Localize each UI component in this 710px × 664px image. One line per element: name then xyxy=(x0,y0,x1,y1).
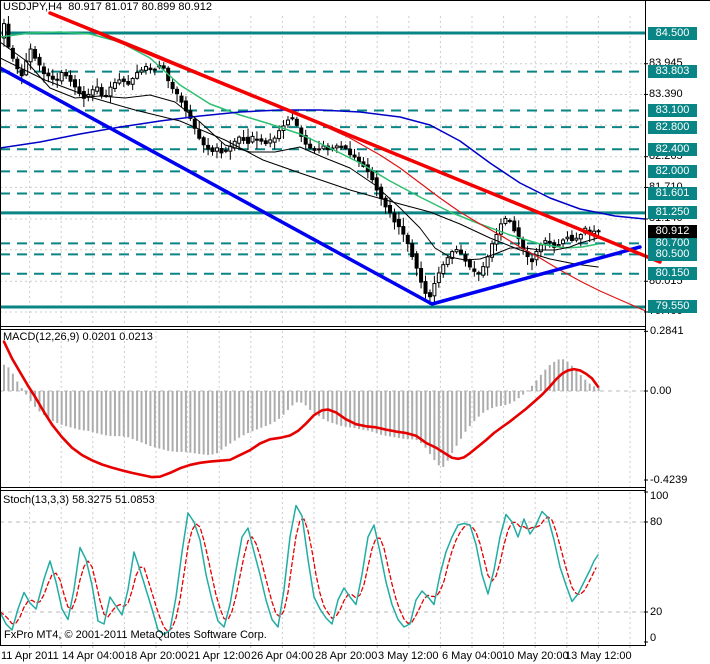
time-axis-label: 6 May 04:00 xyxy=(442,650,503,662)
price-level-badge: 81.250 xyxy=(648,206,697,219)
time-axis-label: 11 Apr 2011 xyxy=(1,650,59,662)
stoch-scale-label: 100 xyxy=(650,490,669,502)
mt4-chart-window: USDJPY,H4 80.917 81.017 80.899 80.912 MA… xyxy=(0,0,710,664)
stoch-scale-label: 0 xyxy=(650,632,657,644)
macd-main-value: 0.0201 xyxy=(82,331,117,343)
stoch-title: Stoch(13,3,3) 58.3275 51.0853 xyxy=(3,494,155,506)
close-value: 80.912 xyxy=(178,1,213,13)
price-level-badge: 83.803 xyxy=(648,65,697,78)
time-axis-label: 28 Apr 20:00 xyxy=(315,650,378,662)
time-axis-label: 21 Apr 12:00 xyxy=(188,650,251,662)
open-value: 80.917 xyxy=(68,1,102,13)
branding-text: FxPro MT4, © 2001-2011 MetaQuotes Softwa… xyxy=(4,629,267,641)
macd-scale-label: 0.2841 xyxy=(650,325,684,337)
price-level-badge: 81.601 xyxy=(648,187,697,200)
time-axis-label: 10 May 20:00 xyxy=(502,650,569,662)
stoch-panel[interactable] xyxy=(0,490,646,645)
macd-label: MACD(12,26,9) xyxy=(3,331,80,343)
current-price-badge: 80.912 xyxy=(648,225,697,238)
stoch-k-value: 58.3275 xyxy=(72,494,112,506)
symbol-period-label: USDJPY,H4 xyxy=(3,1,63,13)
price-level-badge: 82.400 xyxy=(648,143,697,156)
stoch-label: Stoch(13,3,3) xyxy=(3,494,70,506)
main-chart-panel[interactable] xyxy=(0,0,646,326)
high-value: 81.017 xyxy=(104,1,139,13)
macd-scale-label: -0.4239 xyxy=(650,474,688,486)
price-grid-label: 83.390 xyxy=(649,88,683,100)
time-axis-label: 18 Apr 20:00 xyxy=(125,650,188,662)
macd-panel[interactable] xyxy=(0,329,646,487)
stoch-d-value: 51.0853 xyxy=(114,494,155,506)
price-level-badge: 79.550 xyxy=(648,300,697,313)
price-level-badge: 80.150 xyxy=(648,267,697,280)
stoch-scale-label: 80 xyxy=(650,516,663,528)
chart-title: USDJPY,H4 80.917 81.017 80.899 80.912 xyxy=(3,1,212,13)
price-level-badge: 82.000 xyxy=(648,165,697,178)
macd-scale-label: 0.00 xyxy=(650,385,672,397)
time-axis-label: 13 May 12:00 xyxy=(565,650,632,662)
low-value: 80.899 xyxy=(141,1,176,13)
time-axis-label: 26 Apr 04:00 xyxy=(251,650,314,662)
price-level-badge: 83.100 xyxy=(648,104,697,117)
macd-title: MACD(12,26,9) 0.0201 0.0213 xyxy=(3,331,153,343)
price-level-badge: 82.800 xyxy=(648,121,697,134)
time-axis-label: 3 May 12:00 xyxy=(378,650,439,662)
time-axis-label: 14 Apr 04:00 xyxy=(62,650,125,662)
stoch-scale-label: 20 xyxy=(650,606,663,618)
price-level-badge: 84.500 xyxy=(648,27,697,40)
macd-signal-value: 0.0213 xyxy=(119,331,153,343)
price-level-badge: 80.500 xyxy=(648,248,697,261)
